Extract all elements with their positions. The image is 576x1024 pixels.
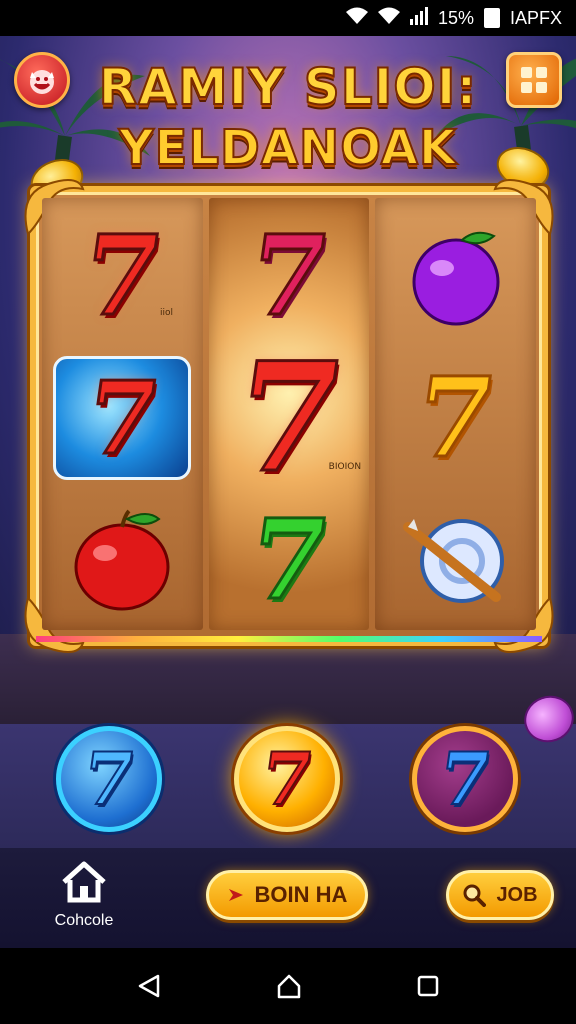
reel-cell: 7 (42, 344, 203, 492)
battery-icon (483, 8, 500, 28)
reel-cell (42, 486, 203, 634)
wifi-icon (345, 7, 368, 30)
reels: 7 iiol 7 7 7 BIOION 7 7 (42, 198, 537, 630)
green-seven-symbol: 7 (240, 494, 338, 626)
spin-label: BOIN HA (254, 882, 348, 907)
recents-icon[interactable] (416, 974, 440, 998)
apple-icon (74, 509, 170, 611)
reel-label: iiol (160, 308, 174, 318)
devil-face-icon (30, 70, 54, 94)
menu-grid-button[interactable] (506, 52, 562, 108)
bet-seven-button-right[interactable]: 7 (412, 726, 518, 832)
reel-3: 7 (375, 198, 537, 630)
system-nav-bar (0, 948, 576, 1024)
profile-button[interactable] (14, 52, 70, 108)
reel-cell: 7 (209, 202, 370, 350)
back-icon[interactable] (136, 973, 162, 999)
home-icon[interactable] (275, 972, 303, 1000)
home-label: Cohcole (54, 912, 114, 929)
pink-seven-symbol: 7 (240, 210, 338, 342)
reel-cell: 7 (209, 486, 370, 634)
spin-button[interactable]: BOIN HA (206, 870, 368, 920)
signal-icon (409, 6, 428, 30)
reel-1: 7 iiol 7 (42, 198, 203, 630)
house-icon (62, 861, 106, 903)
search-label: JOB (496, 883, 538, 906)
battery-percent: 15% (437, 7, 474, 28)
blue-seven-symbol: 7 (433, 735, 497, 822)
title-line-2: YELDANOAK (118, 119, 458, 177)
title-line-1: RAMIY SLIOI: (98, 57, 478, 117)
red-seven-symbol: 7 (74, 210, 172, 342)
status-bar: 15% IAPFX (0, 0, 576, 36)
reel-cell (375, 202, 536, 350)
gold-seven-symbol: 7 (407, 352, 505, 484)
play-arrow-icon (228, 889, 243, 901)
sword-shield-icon (402, 519, 504, 603)
wifi-icon (377, 7, 400, 30)
plum-icon (412, 231, 500, 326)
grid-icon (521, 67, 547, 93)
red-seven-symbol: 7 (78, 359, 167, 477)
red-seven-symbol: 7 (255, 735, 319, 822)
search-icon (463, 884, 487, 907)
status-right-text: IAPFX (509, 7, 562, 28)
search-button[interactable]: JOB (446, 870, 554, 920)
reel-cell (375, 486, 536, 634)
bet-seven-button-left[interactable]: 7 (56, 726, 162, 832)
reel-cell: 7 (375, 344, 536, 492)
frame-rainbow-trim (36, 636, 542, 642)
blue-seven-symbol: 7 (77, 735, 141, 822)
reel-cell: 7 (42, 202, 203, 350)
bet-seven-button-center[interactable]: 7 (234, 726, 340, 832)
blue-tile-symbol: 7 (53, 356, 192, 480)
slot-machine: 7 iiol 7 7 7 BIOION 7 7 (24, 179, 554, 653)
reel-label: BIOION (328, 462, 362, 472)
home-button[interactable]: Cohcole (34, 860, 134, 944)
game-title: RAMIY SLIOI: YELDANOAK (0, 56, 576, 178)
reel-2: 7 7 BIOION 7 (208, 198, 370, 630)
